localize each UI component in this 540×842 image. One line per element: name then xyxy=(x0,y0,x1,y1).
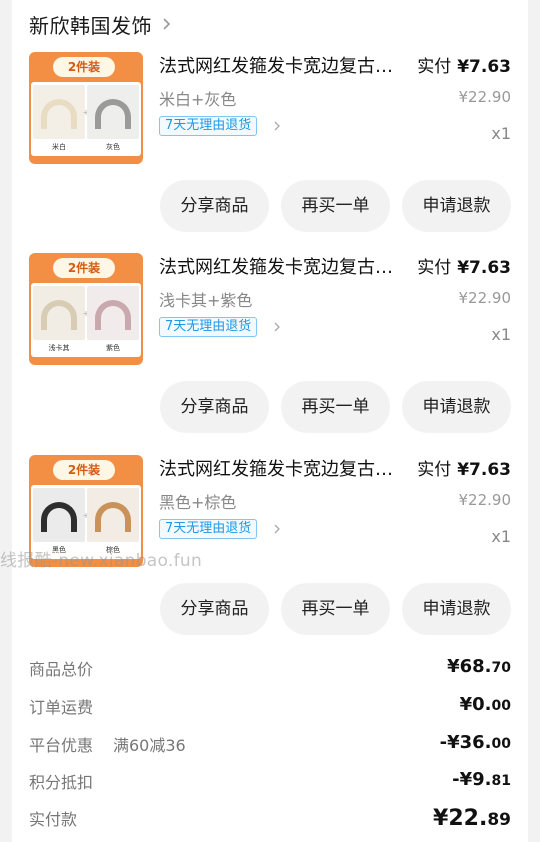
quantity: x1 xyxy=(491,325,511,344)
headband-shape xyxy=(41,502,77,532)
amount-paid-label: 实付款 xyxy=(29,810,78,829)
product-variant: 浅卡其+紫色 xyxy=(159,291,253,310)
thumbnail-body: + 米白 灰色 xyxy=(31,82,141,156)
points-deduction-int: -¥9. xyxy=(452,769,492,790)
headband-photo xyxy=(87,488,139,542)
headband-photo xyxy=(33,286,85,340)
actual-price-label: 实付 xyxy=(417,57,452,77)
platform-discount-dec: 00 xyxy=(491,736,511,752)
order-item: 2件装 + 米白 灰色 法式网红发箍发卡宽边复古百搭头箍 实付¥7.63 米白+… xyxy=(12,48,528,248)
shop-name[interactable]: 新欣韩国发饰 xyxy=(29,10,152,39)
goods-total-label: 商品总价 xyxy=(29,660,94,679)
thumbnail-banner: 2件装 xyxy=(53,460,115,480)
platform-discount-int: -¥36. xyxy=(439,732,492,753)
quantity: x1 xyxy=(491,124,511,143)
request-refund-button[interactable]: 申请退款 xyxy=(402,381,511,433)
chevron-right-icon[interactable] xyxy=(272,523,282,535)
order-item: 2件装 + 浅卡其 紫色 法式网红发箍发卡宽边复古百搭头箍 实付¥7.63 浅卡… xyxy=(12,249,528,449)
platform-discount-value: -¥36.00 xyxy=(440,732,511,753)
headband-shape xyxy=(95,502,131,532)
product-variant: 米白+灰色 xyxy=(159,90,237,109)
thumbnail-banner: 2件装 xyxy=(53,57,115,77)
buy-again-button[interactable]: 再买一单 xyxy=(281,583,390,635)
thumbnail-caption: 浅卡其 xyxy=(48,344,70,352)
request-refund-button[interactable]: 申请退款 xyxy=(402,583,511,635)
refund-policy-badge[interactable]: 7天无理由退货 xyxy=(159,519,258,539)
original-price: ¥22.90 xyxy=(458,88,512,106)
points-deduction-value: -¥9.81 xyxy=(452,769,511,790)
thumbnail-caption: 灰色 xyxy=(106,143,120,151)
request-refund-button[interactable]: 申请退款 xyxy=(402,180,511,232)
product-title[interactable]: 法式网红发箍发卡宽边复古百搭头箍 xyxy=(159,52,401,78)
thumbnail-banner: 2件装 xyxy=(53,258,115,278)
goods-total-int: ¥68. xyxy=(447,656,492,677)
headband-photo xyxy=(33,488,85,542)
original-price: ¥22.90 xyxy=(458,491,512,509)
order-card: 新欣韩国发饰 2件装 + 米白 灰色 法式网红发箍发卡宽边复古百搭头箍 实付¥7… xyxy=(12,0,528,842)
share-product-button[interactable]: 分享商品 xyxy=(160,180,269,232)
shipping-label: 订单运费 xyxy=(29,698,94,717)
actual-price-value: ¥7.63 xyxy=(457,57,511,77)
product-title[interactable]: 法式网红发箍发卡宽边复古百搭头箍 xyxy=(159,455,401,481)
thumbnail-caption: 米白 xyxy=(52,143,66,151)
actual-price: 实付 ¥7.63 xyxy=(417,52,511,77)
headband-photo xyxy=(87,85,139,139)
product-thumbnail[interactable]: 2件装 + 米白 灰色 xyxy=(29,52,143,164)
points-deduction-label: 积分抵扣 xyxy=(29,773,94,792)
shipping-int: ¥0. xyxy=(459,694,492,715)
product-title[interactable]: 法式网红发箍发卡宽边复古百搭头箍 xyxy=(159,253,401,279)
buy-again-button[interactable]: 再买一单 xyxy=(281,381,390,433)
points-deduction-row: 积分抵扣 -¥9.81 xyxy=(29,769,511,795)
points-deduction-dec: 81 xyxy=(491,773,511,789)
amount-paid-row: 实付款 ¥22.89 xyxy=(29,806,511,832)
quantity: x1 xyxy=(491,527,511,546)
goods-total-row: 商品总价 ¥68.70 xyxy=(29,656,511,682)
shipping-value: ¥0.00 xyxy=(460,694,511,715)
original-price: ¥22.90 xyxy=(458,289,512,307)
actual-price-value: ¥7.63 xyxy=(457,460,511,480)
product-thumbnail[interactable]: 2件装 + 浅卡其 紫色 xyxy=(29,253,143,365)
headband-shape xyxy=(95,99,131,129)
goods-total-value: ¥68.70 xyxy=(447,656,511,677)
refund-policy-badge[interactable]: 7天无理由退货 xyxy=(159,116,258,136)
actual-price-label: 实付 xyxy=(417,460,452,480)
share-product-button[interactable]: 分享商品 xyxy=(160,381,269,433)
goods-total-dec: 70 xyxy=(491,660,511,676)
headband-shape xyxy=(41,99,77,129)
platform-discount-row: 平台优惠 满60减36 -¥36.00 xyxy=(29,732,511,758)
actual-price-label: 实付 xyxy=(417,258,452,278)
product-variant: 黑色+棕色 xyxy=(159,493,237,512)
shipping-row: 订单运费 ¥0.00 xyxy=(29,694,511,720)
actual-price: 实付 ¥7.63 xyxy=(417,253,511,278)
refund-policy-badge[interactable]: 7天无理由退货 xyxy=(159,317,258,337)
thumbnail-caption: 紫色 xyxy=(106,344,120,352)
chevron-right-icon[interactable] xyxy=(158,16,174,32)
headband-shape xyxy=(95,300,131,330)
chevron-right-icon[interactable] xyxy=(272,120,282,132)
actual-price-value: ¥7.63 xyxy=(457,258,511,278)
share-product-button[interactable]: 分享商品 xyxy=(160,583,269,635)
shipping-dec: 00 xyxy=(491,698,511,714)
amount-paid-int: ¥22. xyxy=(433,806,488,831)
amount-paid-value: ¥22.89 xyxy=(433,806,511,831)
shop-header[interactable]: 新欣韩国发饰 xyxy=(29,8,174,40)
buy-again-button[interactable]: 再买一单 xyxy=(281,180,390,232)
headband-shape xyxy=(41,300,77,330)
platform-discount-label: 平台优惠 xyxy=(29,736,94,755)
headband-photo xyxy=(87,286,139,340)
chevron-right-icon[interactable] xyxy=(272,321,282,333)
thumbnail-body: + 浅卡其 紫色 xyxy=(31,283,141,357)
watermark-text: 线报酷-new.xianbao.fun xyxy=(0,551,203,571)
amount-paid-dec: 89 xyxy=(487,810,511,830)
actual-price: 实付 ¥7.63 xyxy=(417,455,511,480)
platform-discount-promo: 满60减36 xyxy=(113,736,186,755)
headband-photo xyxy=(33,85,85,139)
